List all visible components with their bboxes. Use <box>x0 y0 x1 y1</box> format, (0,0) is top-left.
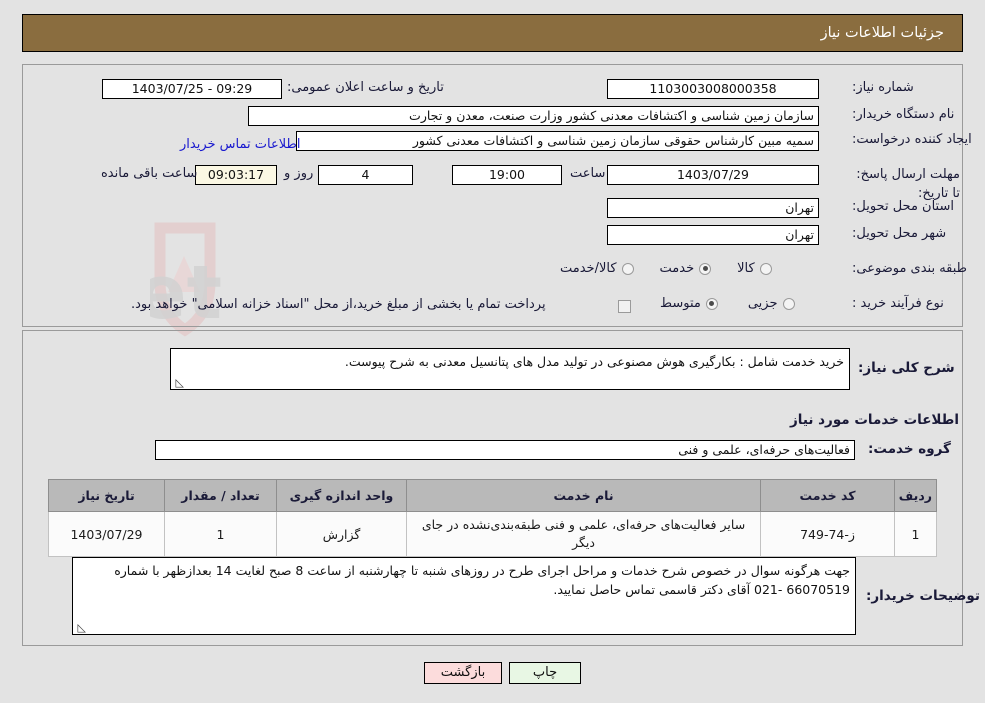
page-root: ArtaTender.net جزئیات اطلاعات نیاز شماره… <box>0 0 985 703</box>
radio-icon[interactable] <box>705 297 718 310</box>
col-header-radif: ردیف <box>894 479 937 512</box>
radio-icon[interactable] <box>621 262 634 275</box>
category-label: طبقه بندی موضوعی: <box>852 261 968 276</box>
cell-date: 1403/07/29 <box>48 511 165 557</box>
deadline-date-field[interactable]: 1403/07/29 <box>607 165 819 185</box>
col-header-date: تاریخ نیاز <box>48 479 165 512</box>
purchase-type-option-label: جزیی <box>747 296 778 311</box>
city-field[interactable]: تهران <box>607 225 819 245</box>
city-label: شهر محل تحویل: <box>852 226 947 241</box>
need-number-field[interactable]: 1103003008000358 <box>607 79 819 99</box>
purchase-type-option-label: متوسط <box>660 296 701 311</box>
deadline-label: مهلت ارسال پاسخ: تا تاریخ: <box>856 167 960 201</box>
services-section-title: اطلاعات خدمات مورد نیاز <box>790 412 960 428</box>
buyer-org-field[interactable]: سازمان زمین شناسی و اکتشافات معدنی کشور … <box>248 106 819 126</box>
buyer-notes-textarea[interactable]: جهت هرگونه سوال در خصوص شرح خدمات و مراح… <box>72 557 856 635</box>
resize-grip-icon[interactable]: ◺ <box>76 622 86 633</box>
province-field[interactable]: تهران <box>607 198 819 218</box>
col-header-unit: واحد اندازه گیری <box>276 479 407 512</box>
table-row: 1 ز-74-749 سایر فعالیت‌های حرفه‌ای، علمی… <box>48 511 937 557</box>
cell-name: سایر فعالیت‌های حرفه‌ای، علمی و فنی طبقه… <box>406 511 761 557</box>
need-description-textarea[interactable]: خرید خدمت شامل : بکارگیری هوش مصنوعی در … <box>170 348 850 390</box>
back-button[interactable]: بازگشت <box>424 662 502 684</box>
need-description-label: شرح کلی نیاز: <box>858 360 955 376</box>
col-header-qty: تعداد / مقدار <box>164 479 277 512</box>
countdown-field: 09:03:17 <box>195 165 277 185</box>
buyer-org-label: نام دستگاه خریدار: <box>852 107 955 122</box>
need-number-label: شماره نیاز: <box>852 80 914 95</box>
col-header-code: کد خدمت <box>760 479 895 512</box>
category-option-label: خدمت <box>659 261 695 276</box>
buyer-notes-text: جهت هرگونه سوال در خصوص شرح خدمات و مراح… <box>114 563 850 597</box>
category-radio-kala[interactable]: کالا <box>737 261 772 276</box>
requester-label: ایجاد کننده درخواست: <box>852 132 972 147</box>
services-table: ردیف کد خدمت نام خدمت واحد اندازه گیری ت… <box>48 479 937 557</box>
page-title: جزئیات اطلاعات نیاز <box>820 25 944 41</box>
service-group-field[interactable]: فعالیت‌های حرفه‌ای، علمی و فنی <box>155 440 855 460</box>
page-header-bar: جزئیات اطلاعات نیاز <box>22 14 963 52</box>
public-announce-field[interactable]: 09:29 - 1403/07/25 <box>102 79 282 99</box>
buyer-contact-link[interactable]: اطلاعات تماس خریدار <box>180 137 300 152</box>
treasury-note-label: پرداخت تمام یا بخشی از مبلغ خرید،از محل … <box>131 297 546 312</box>
need-info-panel <box>22 64 963 327</box>
treasury-checkbox[interactable] <box>618 300 631 313</box>
buyer-notes-label: توضیحات خریدار: <box>866 588 980 604</box>
category-option-label: کالا/خدمت <box>560 261 617 276</box>
purchase-type-radio-motevaset[interactable]: متوسط <box>660 296 718 311</box>
cell-qty: 1 <box>164 511 277 557</box>
category-option-label: کالا <box>737 261 755 276</box>
countdown-suffix-label: ساعت باقی مانده <box>101 166 198 181</box>
service-group-label: گروه خدمت: <box>868 441 951 457</box>
col-header-name: نام خدمت <box>406 479 761 512</box>
cell-radif: 1 <box>894 511 937 557</box>
cell-code: ز-74-749 <box>760 511 895 557</box>
cell-unit: گزارش <box>276 511 407 557</box>
purchase-type-label: نوع فرآیند خرید : <box>852 296 944 311</box>
public-announce-label: تاریخ و ساعت اعلان عمومی: <box>287 80 444 95</box>
purchase-type-radio-jozei[interactable]: جزیی <box>748 296 795 311</box>
deadline-time-field[interactable]: 19:00 <box>452 165 562 185</box>
deadline-time-label: ساعت <box>570 166 606 181</box>
resize-grip-icon[interactable]: ◺ <box>174 377 184 388</box>
radio-icon[interactable] <box>782 297 795 310</box>
days-word-label: روز و <box>284 166 314 181</box>
category-radio-kala-khedmat[interactable]: کالا/خدمت <box>560 261 634 276</box>
table-header-row: ردیف کد خدمت نام خدمت واحد اندازه گیری ت… <box>48 479 937 512</box>
need-description-text: خرید خدمت شامل : بکارگیری هوش مصنوعی در … <box>344 354 844 369</box>
radio-icon[interactable] <box>699 262 712 275</box>
province-label: استان محل تحویل: <box>852 199 954 214</box>
days-remaining-field[interactable]: 4 <box>318 165 413 185</box>
radio-icon[interactable] <box>759 262 772 275</box>
print-button[interactable]: چاپ <box>509 662 581 684</box>
category-radio-khedmat[interactable]: خدمت <box>660 261 712 276</box>
requester-field[interactable]: سمیه مبین کارشناس حقوقی سازمان زمین شناس… <box>296 131 819 151</box>
